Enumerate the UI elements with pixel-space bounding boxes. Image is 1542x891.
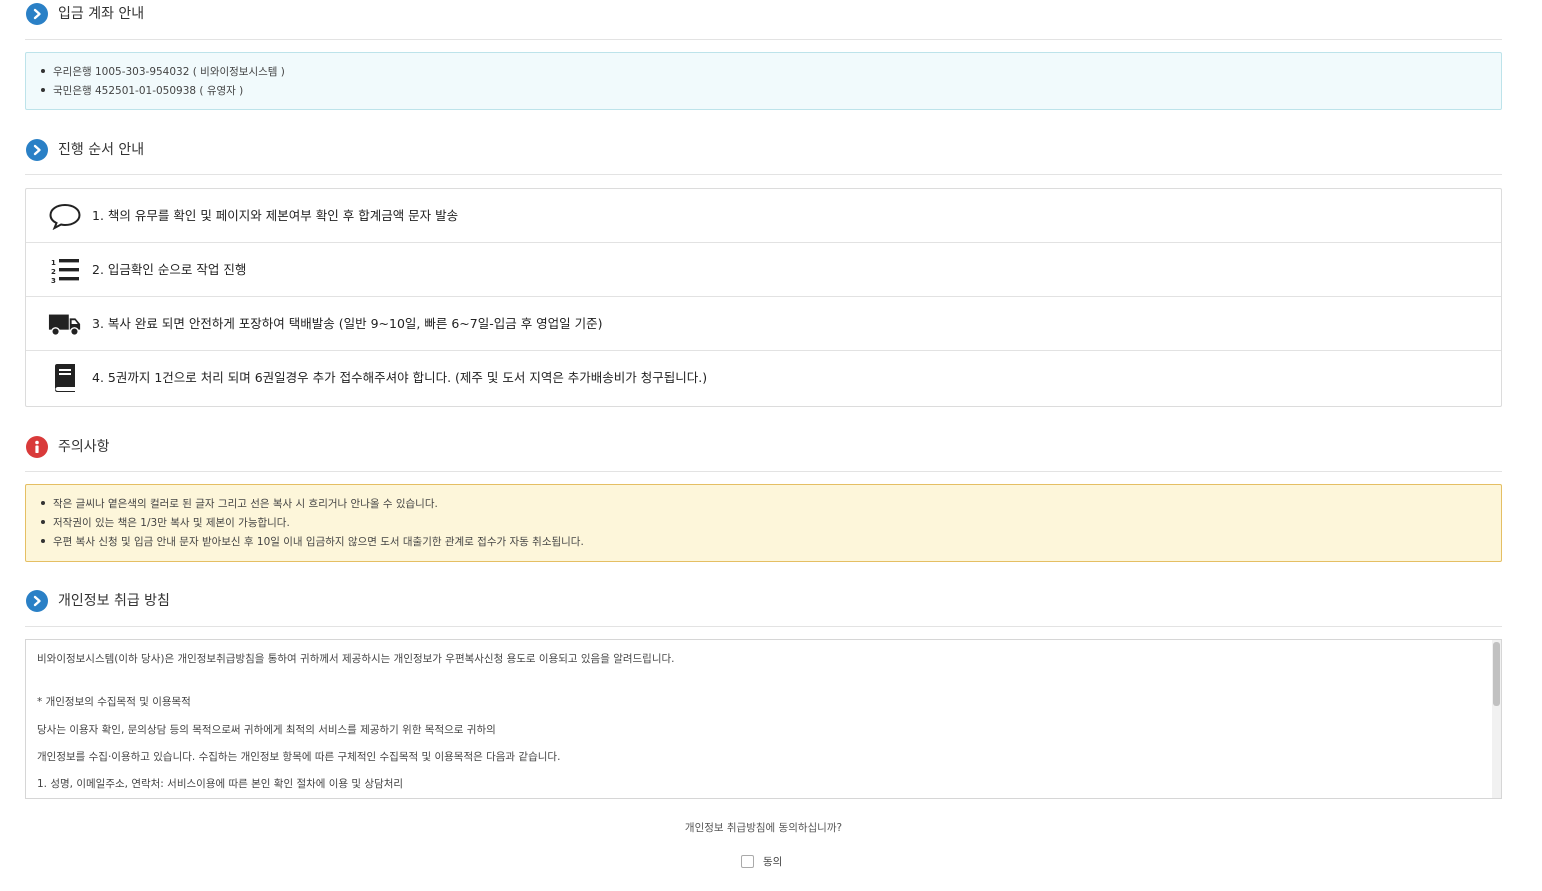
info-icon (26, 436, 48, 458)
caution-item: 우편 복사 신청 및 입금 안내 문자 받아보신 후 10일 이내 입금하지 않… (41, 535, 584, 549)
policy-line: 1. 성명, 이메일주소, 연락처: 서비스이용에 따른 본인 확인 절차에 이… (37, 778, 404, 790)
caution-item: 작은 글씨나 옅은색의 컬러로 된 글자 그리고 선은 복사 시 흐리거나 안나… (41, 497, 438, 511)
privacy-policy-textarea[interactable]: 비와이정보시스템(이하 당사)은 개인정보취급방침을 통하여 귀하께서 제공하시… (25, 639, 1502, 799)
process-step: 1. 책의 유무를 확인 및 페이지와 제본여부 확인 후 합계금액 문자 발송 (26, 189, 1501, 243)
book-icon (48, 363, 82, 393)
chevron-right-icon (26, 3, 48, 25)
policy-line: * 개인정보의 수집목적 및 이용목적 (37, 696, 191, 708)
process-step: 123 2. 입금확인 순으로 작업 진행 (26, 243, 1501, 297)
account-item: 국민은행 452501-01-050938 ( 유영자 ) (41, 84, 243, 98)
svg-text:3: 3 (51, 277, 56, 284)
process-step-text: 3. 복사 완료 되면 안전하게 포장하여 택배발송 (일반 9~10일, 빠른… (92, 316, 603, 331)
account-info-box: 우리은행 1005-303-954032 ( 비와이정보시스템 ) 국민은행 4… (25, 52, 1502, 110)
section-title: 주의사항 (58, 439, 110, 455)
chevron-right-icon (26, 139, 48, 161)
policy-line: 비와이정보시스템(이하 당사)은 개인정보취급방침을 통하여 귀하께서 제공하시… (37, 653, 675, 665)
section-title: 개인정보 취급 방침 (58, 593, 170, 609)
section-header-caution: 주의사항 (25, 433, 1502, 472)
process-step-text: 1. 책의 유무를 확인 및 페이지와 제본여부 확인 후 합계금액 문자 발송 (92, 208, 459, 223)
svg-text:1: 1 (51, 259, 56, 267)
account-item: 우리은행 1005-303-954032 ( 비와이정보시스템 ) (41, 65, 285, 79)
section-header-process: 진행 순서 안내 (25, 136, 1502, 175)
caution-item: 저작권이 있는 책은 1/3만 복사 및 제본이 가능합니다. (41, 516, 290, 530)
policy-line: 개인정보를 수집·이용하고 있습니다. 수집하는 개인정보 항목에 따른 구체적… (37, 751, 561, 763)
section-title: 진행 순서 안내 (58, 142, 145, 158)
section-header-privacy: 개인정보 취급 방침 (25, 587, 1502, 627)
chevron-right-icon (26, 590, 48, 612)
process-step: 4. 5권까지 1건으로 처리 되며 6권일경우 추가 접수해주셔야 합니다. … (26, 351, 1501, 405)
process-steps-list: 1. 책의 유무를 확인 및 페이지와 제본여부 확인 후 합계금액 문자 발송… (25, 188, 1502, 407)
process-step: 3. 복사 완료 되면 안전하게 포장하여 택배발송 (일반 9~10일, 빠른… (26, 297, 1501, 351)
scrollbar-thumb[interactable] (1493, 642, 1500, 706)
process-step-text: 4. 5권까지 1건으로 처리 되며 6권일경우 추가 접수해주셔야 합니다. … (92, 370, 708, 385)
agree-checkbox-label[interactable]: 동의 (763, 854, 782, 869)
agree-checkbox[interactable] (741, 854, 754, 868)
section-header-account: 입금 계좌 안내 (25, 0, 1502, 40)
caution-box: 작은 글씨나 옅은색의 컬러로 된 글자 그리고 선은 복사 시 흐리거나 안나… (25, 484, 1502, 562)
svg-text:2: 2 (51, 268, 56, 276)
numbered-list-icon: 123 (48, 255, 82, 285)
speech-bubble-icon (48, 201, 82, 231)
truck-icon (48, 309, 82, 339)
section-title: 입금 계좌 안내 (58, 6, 145, 22)
agree-checkbox-row[interactable]: 동의 (741, 853, 782, 869)
policy-scrollbar[interactable] (1492, 640, 1501, 798)
policy-line: 당사는 이용자 확인, 문의상담 등의 목적으로써 귀하에게 최적의 서비스를 … (37, 724, 496, 736)
process-step-text: 2. 입금확인 순으로 작업 진행 (92, 262, 247, 277)
agreement-question: 개인정보 취급방침에 동의하십니까? (684, 822, 843, 834)
